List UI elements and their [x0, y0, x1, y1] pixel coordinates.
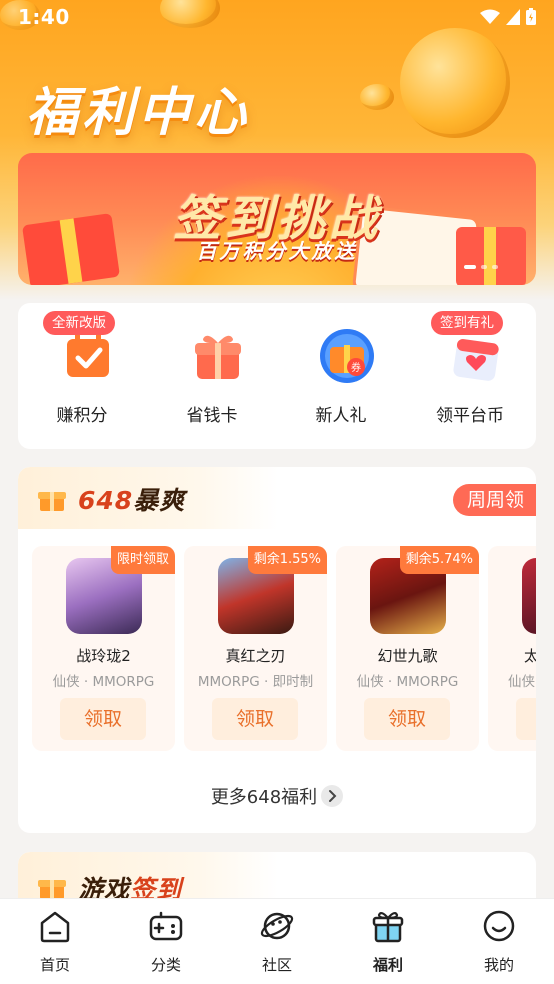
game-card[interactable]: 限时领取 战玲珑2 仙侠 · MMORPG 领取 [32, 546, 175, 751]
game-name: 太 [524, 647, 536, 665]
status-bar: 1:40 [0, 0, 554, 34]
quick-action-label: 新人礼 [315, 406, 367, 426]
wifi-icon [480, 9, 500, 24]
quick-action-label: 领平台币 [436, 406, 504, 426]
home-icon [40, 911, 70, 943]
section-title-number: 648 [78, 486, 134, 515]
tab-category[interactable]: 分类 [111, 899, 221, 984]
bottom-tab-bar: 首页 分类 社区 福利 我的 [0, 898, 554, 984]
quick-action-label: 赚积分 [56, 406, 108, 426]
game-list: 限时领取 战玲珑2 仙侠 · MMORPG 领取 剩余1.55% 真红之刃 MM… [32, 546, 536, 751]
tab-community[interactable]: 社区 [222, 899, 332, 984]
tab-label: 福利 [372, 956, 403, 974]
carousel-dot [481, 265, 487, 269]
page-title: 福利中心 [26, 83, 251, 143]
quick-action-label: 省钱卡 [186, 406, 238, 426]
game-name: 幻世九歌 [377, 647, 438, 665]
tab-label: 我的 [483, 956, 514, 974]
carousel-dot-active [464, 265, 476, 269]
smile-face-icon [483, 910, 515, 942]
coin-decoration [360, 84, 394, 110]
gift-box-icon [195, 335, 241, 379]
game-genre: 仙侠 · MMORPG [52, 674, 155, 690]
section-title: 648暴爽 [78, 481, 185, 517]
game-tag: 剩余5.74% [399, 546, 479, 574]
section-title-text: 暴爽 [133, 486, 186, 515]
more-648-label: 更多648福利 [210, 787, 318, 808]
signal-icon [506, 8, 520, 25]
sign-challenge-banner[interactable]: 签到挑战 百万积分大放送 [18, 153, 536, 285]
chevron-right-icon [321, 785, 344, 807]
tab-label: 首页 [39, 956, 70, 974]
game-name: 战玲珑2 [76, 647, 131, 665]
status-icons [480, 8, 536, 25]
claim-button[interactable]: 领取 [516, 698, 536, 740]
quick-action-saving-card[interactable]: 省钱卡 [157, 303, 267, 449]
carousel-dot [492, 265, 498, 269]
carousel-indicator [464, 265, 498, 269]
calendar-heart-icon [453, 339, 499, 381]
battery-icon [526, 8, 536, 25]
quick-action-newcomer-gift[interactable]: 券 新人礼 [286, 303, 396, 449]
tab-home[interactable]: 首页 [0, 899, 110, 984]
game-card[interactable]: 太 仙侠 领取 [488, 546, 536, 751]
more-648-link[interactable]: 更多648福利 [18, 783, 536, 809]
tab-mine[interactable]: 我的 [444, 899, 554, 984]
tab-label: 分类 [150, 956, 181, 974]
game-genre: 仙侠 [508, 674, 535, 690]
banner-subtitle: 百万积分大放送 [196, 239, 358, 263]
quick-actions-card: 赚积分 全新改版 省钱卡 券 新人礼 领平台币 签到有礼 [18, 303, 536, 449]
tab-label: 社区 [261, 956, 292, 974]
claim-button[interactable]: 领取 [212, 698, 298, 740]
game-tag: 剩余1.55% [247, 546, 327, 574]
tab-welfare[interactable]: 福利 [333, 899, 443, 984]
svg-text:券: 券 [351, 361, 361, 374]
sign-gift-badge: 签到有礼 [431, 311, 503, 335]
game-genre: MMORPG · 即时制 [197, 674, 314, 690]
claim-button[interactable]: 领取 [60, 698, 146, 740]
game-card[interactable]: 剩余1.55% 真红之刃 MMORPG · 即时制 领取 [184, 546, 327, 751]
gamepad-icon [149, 911, 183, 941]
game-icon [522, 558, 536, 634]
game-card[interactable]: 剩余5.74% 幻世九歌 仙侠 · MMORPG 领取 [336, 546, 479, 751]
new-version-badge: 全新改版 [43, 311, 115, 335]
gift-icon [38, 880, 66, 899]
section-648: 648暴爽 周周领 限时领取 战玲珑2 仙侠 · MMORPG 领取 剩余1.5… [18, 467, 536, 833]
claim-button[interactable]: 领取 [364, 698, 450, 740]
coupon-gift-icon: 券 [320, 329, 374, 383]
weekly-claim-button[interactable]: 周周领 [452, 484, 536, 516]
game-name: 真红之刃 [225, 647, 286, 665]
coin-decoration [400, 28, 510, 138]
game-tag: 限时领取 [110, 546, 175, 574]
gift-icon [38, 492, 66, 511]
calendar-check-icon [67, 333, 109, 377]
planet-icon [260, 912, 294, 940]
game-genre: 仙侠 · MMORPG [356, 674, 459, 690]
status-time: 1:40 [18, 5, 70, 29]
gift-icon [372, 911, 404, 943]
